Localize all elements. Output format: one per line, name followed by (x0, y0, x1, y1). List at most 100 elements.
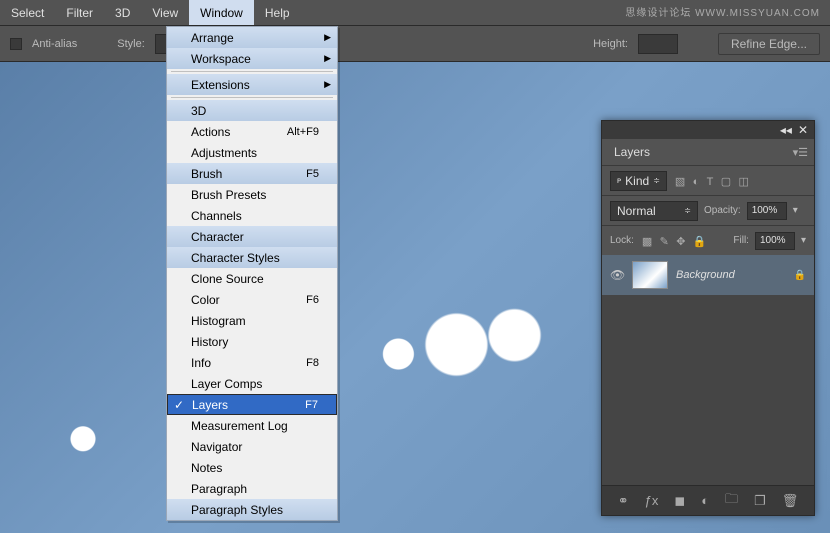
panel-footer: ⚭ ƒx ◼ ◐ 🗀 ❐ 🗑 (602, 485, 814, 515)
menu-item-label: Character (191, 230, 244, 244)
group-icon[interactable]: 🗀 (725, 490, 738, 512)
panel-menu-icon[interactable]: ▾☰ (787, 146, 814, 159)
menu-item-layer-comps[interactable]: Layer Comps (167, 373, 337, 394)
style-label: Style: (117, 38, 145, 50)
menu-item-label: Paragraph (191, 482, 247, 496)
menu-separator (171, 71, 333, 72)
refine-edge-button[interactable]: Refine Edge... (718, 33, 820, 55)
menu-item-label: 3D (191, 104, 206, 118)
menu-select[interactable]: Select (0, 0, 55, 25)
menu-item-extensions[interactable]: Extensions▶ (167, 74, 337, 95)
menu-separator (171, 97, 333, 98)
shortcut-text: F8 (306, 357, 319, 369)
shortcut-text: F6 (306, 294, 319, 306)
menu-item-history[interactable]: History (167, 331, 337, 352)
antialias-checkbox[interactable] (10, 38, 22, 50)
layer-list: 👁 Background 🔒 (602, 255, 814, 485)
menu-item-navigator[interactable]: Navigator (167, 436, 337, 457)
adjustment-filter-icon[interactable]: ◐ (693, 176, 700, 188)
filter-icons[interactable]: ▧ ◐ T ▢ ◫ (673, 174, 751, 188)
menu-item-actions[interactable]: Actions Alt+F9 (167, 121, 337, 142)
lock-all-icon[interactable]: 🔒 (693, 236, 707, 248)
menu-item-label: Histogram (191, 314, 246, 328)
opacity-arrow-icon[interactable]: ▾ (793, 205, 798, 216)
layers-tab[interactable]: Layers (602, 140, 662, 164)
shape-filter-icon[interactable]: ▢ (721, 176, 731, 188)
menu-3d[interactable]: 3D (104, 0, 141, 25)
adjustment-layer-icon[interactable]: ◐ (701, 493, 709, 508)
menu-item-info[interactable]: Info F8 (167, 352, 337, 373)
menu-item-label: Arrange (191, 31, 234, 45)
menu-item-adjustments[interactable]: Adjustments (167, 142, 337, 163)
menu-item-label: Measurement Log (191, 419, 288, 433)
lock-transparent-icon[interactable]: ▩ (642, 236, 652, 248)
menu-item-label: Clone Source (191, 272, 264, 286)
menu-item-label: History (191, 335, 228, 349)
shortcut-text: F7 (305, 399, 318, 411)
type-filter-icon[interactable]: T (707, 176, 714, 188)
visibility-icon[interactable]: 👁 (610, 268, 624, 282)
menu-item-label: Brush (191, 167, 222, 181)
menu-item-label: Brush Presets (191, 188, 266, 202)
fill-arrow-icon[interactable]: ▾ (801, 235, 806, 246)
menu-item-notes[interactable]: Notes (167, 457, 337, 478)
menu-item-layers[interactable]: ✓LayersF7 (167, 394, 337, 415)
menu-item-label: Adjustments (191, 146, 257, 160)
menu-item-measurement-log[interactable]: Measurement Log (167, 415, 337, 436)
shortcut-text: F5 (306, 168, 319, 180)
opacity-label: Opacity: (704, 205, 741, 216)
delete-layer-icon[interactable]: 🗑 (782, 493, 799, 509)
submenu-arrow-icon: ▶ (324, 53, 331, 64)
menu-item-label: Navigator (191, 440, 242, 454)
lock-image-icon[interactable]: ✎ (660, 236, 669, 248)
menu-item-paragraph-styles[interactable]: Paragraph Styles (167, 499, 337, 520)
lock-position-icon[interactable]: ✥ (676, 236, 685, 248)
submenu-arrow-icon: ▶ (324, 32, 331, 43)
fill-label: Fill: (733, 235, 749, 246)
layer-name[interactable]: Background (676, 269, 735, 281)
menu-item-character-styles[interactable]: Character Styles (167, 247, 337, 268)
shortcut-text: Alt+F9 (287, 126, 319, 138)
menu-filter[interactable]: Filter (55, 0, 104, 25)
menu-item-label: Workspace (191, 52, 251, 66)
layers-panel: ◂◂ ✕ Layers ▾☰ ᴘKind≑ ▧ ◐ T ▢ ◫ Normal≑ … (601, 120, 815, 516)
menu-item-channels[interactable]: Channels (167, 205, 337, 226)
pixel-filter-icon[interactable]: ▧ (675, 176, 685, 188)
new-layer-icon[interactable]: ❐ (754, 493, 766, 509)
menu-view[interactable]: View (141, 0, 189, 25)
menu-help[interactable]: Help (254, 0, 301, 25)
opacity-field[interactable]: 100% (747, 202, 787, 220)
layer-lock-icon[interactable]: 🔒 (794, 270, 806, 281)
menu-item-brush[interactable]: Brush F5 (167, 163, 337, 184)
menu-item-workspace[interactable]: Workspace ▶ (167, 48, 337, 69)
lock-icons[interactable]: ▩ ✎ ✥ 🔒 (640, 234, 709, 248)
panel-head[interactable]: ◂◂ ✕ (602, 121, 814, 139)
menu-item-brush-presets[interactable]: Brush Presets (167, 184, 337, 205)
layer-mask-icon[interactable]: ◼ (674, 493, 685, 509)
layer-style-icon[interactable]: ƒx (645, 493, 659, 508)
menu-item-paragraph[interactable]: Paragraph (167, 478, 337, 499)
menu-item-color[interactable]: Color F6 (167, 289, 337, 310)
menu-window[interactable]: Window (189, 0, 254, 25)
layer-row[interactable]: 👁 Background 🔒 (602, 255, 814, 295)
menu-item-clone-source[interactable]: Clone Source (167, 268, 337, 289)
menu-item-label: Actions (191, 125, 230, 139)
menu-item-arrange[interactable]: Arrange ▶ (167, 27, 337, 48)
fill-field[interactable]: 100% (755, 232, 795, 250)
menu-item-3d[interactable]: 3D (167, 100, 337, 121)
close-icon[interactable]: ✕ (798, 123, 808, 137)
height-field[interactable] (638, 34, 678, 54)
menu-item-label: Color (191, 293, 220, 307)
filter-kind-select[interactable]: ᴘKind≑ (610, 171, 667, 191)
smart-filter-icon[interactable]: ◫ (738, 176, 748, 188)
menu-item-character[interactable]: Character (167, 226, 337, 247)
collapse-icon[interactable]: ◂◂ (780, 123, 792, 137)
submenu-arrow-icon: ▶ (324, 79, 331, 90)
layer-thumbnail[interactable] (632, 261, 668, 289)
menu-item-label: Info (191, 356, 211, 370)
link-layers-icon[interactable]: ⚭ (618, 493, 629, 509)
antialias-label: Anti-alias (32, 38, 77, 50)
blend-mode-select[interactable]: Normal≑ (610, 201, 698, 221)
menu-item-histogram[interactable]: Histogram (167, 310, 337, 331)
lock-label: Lock: (610, 235, 634, 246)
